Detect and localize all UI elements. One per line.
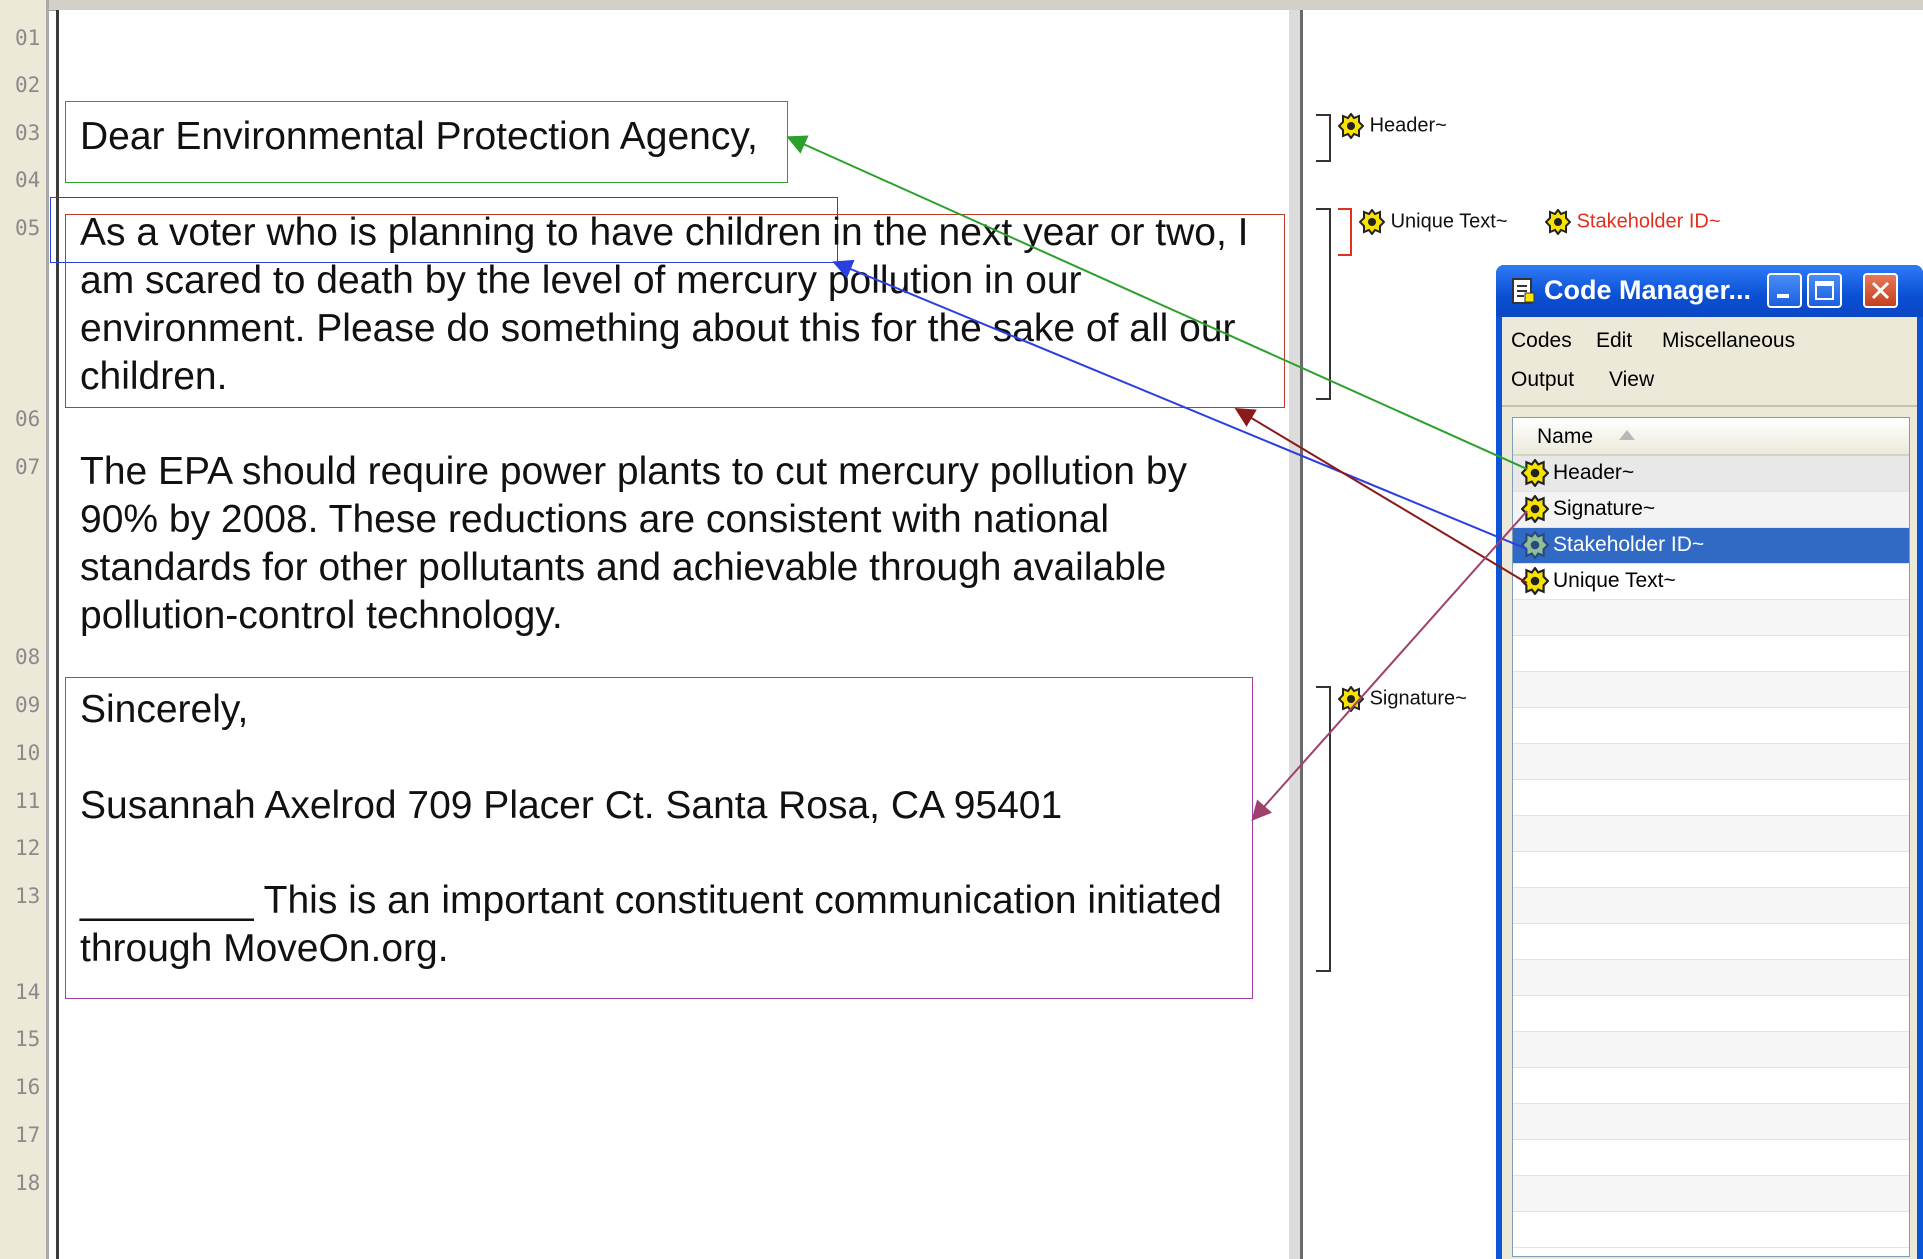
- connector-arrows-overlay: [786, 135, 1528, 821]
- header-connector-arrow: [786, 135, 1528, 470]
- signature-connector-arrow: [1251, 510, 1528, 821]
- unique-text-connector-arrow: [1234, 407, 1528, 584]
- stakeholder-connector-arrow: [832, 259, 1528, 550]
